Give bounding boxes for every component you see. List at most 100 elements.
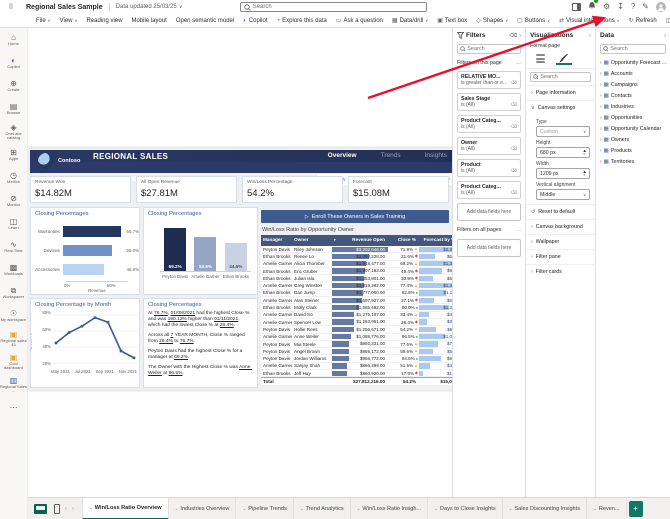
nav-rail-item[interactable]: ▩ Workloads — [0, 258, 28, 281]
nav-rail-item[interactable]: ⊞ Apps — [0, 143, 28, 166]
canvas-height-input[interactable]: 680 px ▴ ▾ — [536, 147, 590, 158]
global-search[interactable] — [240, 2, 427, 12]
expand-chevron-icon[interactable]: › — [600, 126, 602, 132]
new-page-button[interactable]: + — [628, 500, 643, 517]
toolbar-item[interactable]: Reading view — [86, 18, 122, 24]
enroll-training-button[interactable]: ▷ Enroll These Owners in Sales Training — [261, 210, 449, 223]
page-tab[interactable]: ⌄ Sales Discounting Insights — [503, 497, 588, 519]
format-search-input[interactable] — [540, 74, 588, 80]
data-table-item[interactable]: › ▦ Opportunity Calendar — [596, 123, 670, 134]
page-tab[interactable]: ⌄ Industries Overview — [169, 497, 237, 519]
filter-cards-section[interactable]: › Filter cards — [526, 264, 595, 279]
nav-rail-item[interactable]: ⋯ — [0, 396, 28, 419]
expand-chevron-icon[interactable]: › — [600, 93, 602, 99]
more-options-icon[interactable]: … — [516, 60, 521, 66]
report-canvas[interactable]: Contoso REGIONAL SALES Overview Trends Ins… — [28, 28, 455, 497]
expand-chevron-icon[interactable]: › — [600, 104, 602, 110]
collapse-pane-icon[interactable]: › — [519, 33, 521, 39]
canvas-settings-section[interactable]: ∨ Canvas settings — [526, 100, 595, 115]
toolbar-item[interactable]: File ∨ — [36, 18, 51, 24]
banner-nav-tab[interactable]: Overview — [328, 152, 357, 159]
nav-rail-item[interactable]: ◷ Metrics — [0, 166, 28, 189]
collapse-pane-icon[interactable]: › — [589, 33, 591, 39]
toolbar-item[interactable]: ▢ Buttons ∨ — [517, 17, 550, 25]
data-updated-label[interactable]: Data updated 25/03/25 ∨ — [116, 4, 183, 10]
toolbar-item[interactable]: ▣ Text box — [437, 17, 467, 25]
toolbar-item[interactable]: ◔ Explore this data — [277, 18, 327, 24]
filters-search-input[interactable] — [467, 46, 518, 52]
bar[interactable]: 53.6% — [194, 237, 217, 271]
data-table-item[interactable]: › ▦ Opportunities — [596, 112, 670, 123]
notifications-bell-icon[interactable] — [588, 0, 598, 14]
add-data-icon[interactable] — [532, 52, 548, 65]
expand-chevron-icon[interactable]: › — [600, 82, 602, 88]
nav-rail-item[interactable]: ◐ Copilot — [0, 51, 28, 74]
mobile-view-icon[interactable] — [54, 503, 60, 514]
page-tab[interactable]: ⌄ Pipeline Trends — [236, 497, 294, 519]
canvas-type-select[interactable]: Custom ∨ — [536, 126, 590, 137]
kpi-card[interactable]: Win/Loss Percentage 54.2% — [242, 176, 343, 203]
filter-card[interactable]: RELATIVE MO... is greater than or e... ⌫ — [457, 71, 521, 89]
more-options-icon[interactable]: … — [516, 227, 521, 233]
data-table-item[interactable]: › ▦ Industries — [596, 101, 670, 112]
kpi-card[interactable]: Forecast $15.08M — [348, 176, 449, 203]
table-row[interactable]: Ethan Brooks Jeff Hay $860,920.00 17.9% … — [261, 370, 455, 378]
page-tab[interactable]: ⌄ Days to Close Insights — [428, 497, 503, 519]
expand-chevron-icon[interactable]: › — [600, 71, 602, 77]
nav-rail-item[interactable]: ▤ Browse — [0, 97, 28, 120]
nav-rail-item[interactable]: ◈ OneLake catalog — [0, 120, 28, 143]
toolbar-item[interactable]: ⇄ Visual interactions ∨ — [559, 17, 620, 25]
expand-chevron-icon[interactable]: › — [600, 159, 602, 165]
smart-narrative-visual[interactable]: Closing Percentages At 76.7%, 01/08/2021… — [143, 298, 258, 388]
closing-percentage-by-month-chart[interactable]: Closing Percentage by Month Close % 80%6… — [30, 298, 140, 388]
nav-rail-item[interactable]: ⊘ Monitor — [0, 189, 28, 212]
eraser-icon[interactable]: ⌫ — [511, 124, 517, 130]
toolbar-item[interactable]: Mobile layout — [131, 18, 166, 24]
kpi-card[interactable]: Revenue Won $14.82M — [30, 176, 131, 203]
expand-chevron-icon[interactable]: › — [600, 115, 602, 121]
toolbar-item[interactable]: ↻ Refresh — [629, 17, 657, 25]
page-tab[interactable]: ⌄ Reven... — [587, 497, 627, 519]
data-table-item[interactable]: › ▦ Opportunity Forecast ... — [596, 57, 670, 68]
help-icon[interactable]: ? — [631, 1, 635, 13]
data-table-item[interactable]: › ▦ Accounts — [596, 68, 670, 79]
bar[interactable] — [62, 226, 121, 237]
page-information-section[interactable]: › Page information — [526, 85, 595, 100]
nav-rail-item[interactable]: ⊕ Create — [0, 74, 28, 97]
canvas-background-section[interactable]: › Canvas background — [526, 219, 595, 234]
eraser-icon[interactable]: ⌫ — [511, 102, 517, 108]
toolbar-item[interactable]: ◇ Shapes ∨ — [476, 17, 508, 25]
data-table-item[interactable]: › ▦ Owners — [596, 134, 670, 145]
web-view-icon[interactable] — [34, 503, 47, 514]
eraser-icon[interactable]: ⌫ — [509, 33, 517, 39]
add-data-fields-dropzone[interactable]: Add data fields here — [457, 203, 521, 221]
filter-card[interactable]: Owner is (All) ⌫ — [457, 137, 521, 155]
spin-down-icon[interactable]: ▾ — [583, 173, 586, 177]
spin-down-icon[interactable]: ▾ — [583, 152, 586, 156]
toolbar-item[interactable]: ▦ Data/drill ∨ — [392, 17, 428, 25]
prev-page-icon[interactable]: ‹ — [65, 506, 67, 512]
nav-rail-item[interactable]: ▣ Regional sales 43 — [0, 327, 28, 350]
nav-rail-item[interactable]: ⌂ Home — [0, 28, 28, 51]
settings-gear-icon[interactable]: ⚙ — [603, 1, 610, 13]
nav-rail-item[interactable]: ⧉ Workspaces — [0, 281, 28, 304]
add-data-fields-dropzone[interactable]: Add data fields here — [457, 239, 521, 257]
nav-rail-item[interactable]: ◫ Learn — [0, 212, 28, 235]
next-page-icon[interactable]: › — [72, 506, 74, 512]
filter-pane-section[interactable]: › Filter pane — [526, 249, 595, 264]
kpi-card[interactable]: All Open Revenue $27.81M — [136, 176, 237, 203]
format-search[interactable] — [530, 72, 591, 82]
vertical-alignment-select[interactable]: Middle ∨ — [536, 189, 590, 200]
bar[interactable] — [62, 245, 113, 256]
filter-card[interactable]: Product Categ... is (All) ⌫ — [457, 115, 521, 133]
feedback-pencil-icon[interactable]: ✎ — [642, 1, 649, 13]
expand-chevron-icon[interactable]: › — [600, 137, 602, 143]
canvas-width-input[interactable]: 1209 px ▴ ▾ — [536, 168, 590, 179]
banner-nav-tab[interactable]: Insights — [425, 152, 447, 159]
closing-percentages-category-chart[interactable]: Closing Percentages Warranties 65.7% Dev… — [30, 207, 140, 295]
toolbar-item[interactable]: Open semantic model — [176, 18, 234, 24]
expand-chevron-icon[interactable]: › — [600, 148, 602, 154]
data-search-input[interactable] — [610, 46, 663, 52]
avatar[interactable] — [656, 2, 666, 12]
nav-rail-item[interactable]: ☉ My workspace — [0, 304, 28, 327]
